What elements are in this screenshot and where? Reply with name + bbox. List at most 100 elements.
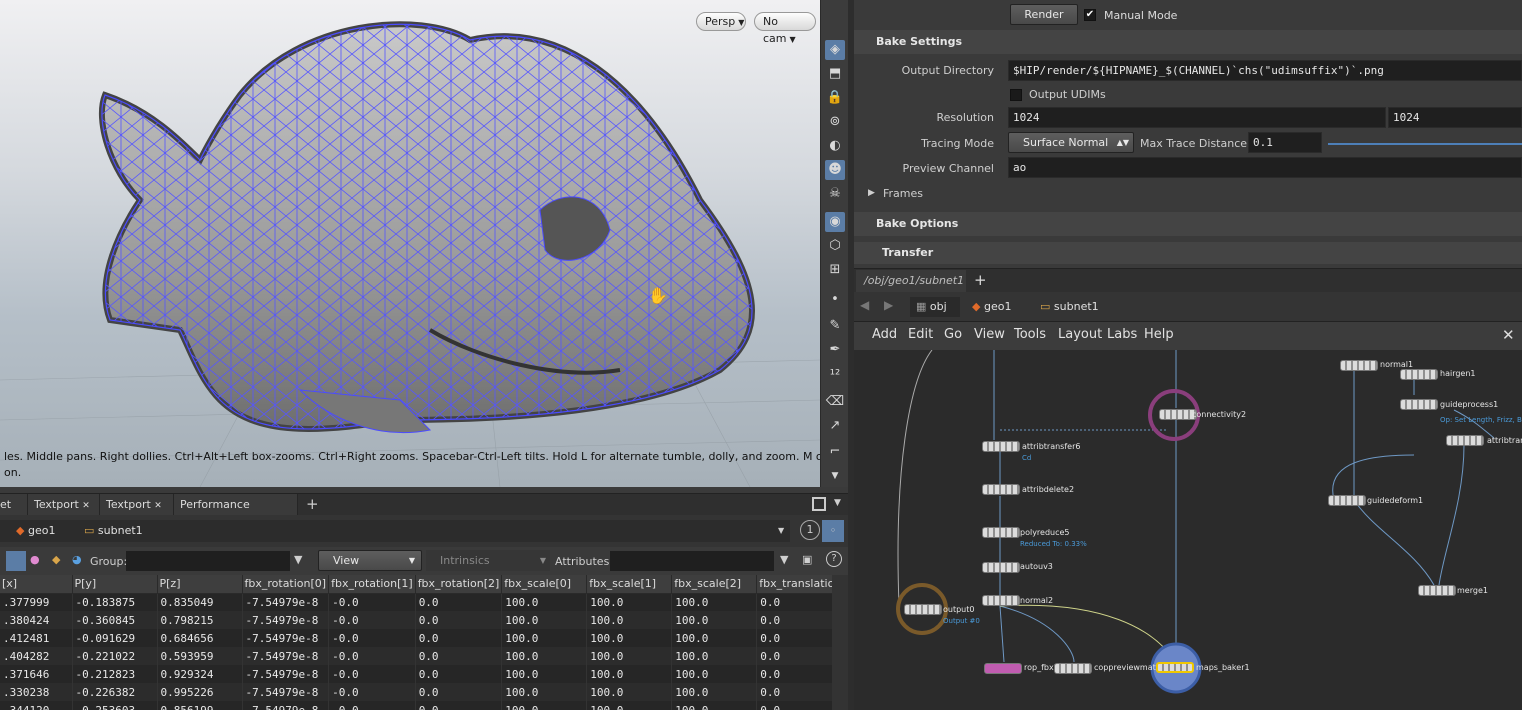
table-row[interactable]: .380424 -0.360845 0.798215 -7.54979e-8 -0.0 0… [0,611,845,629]
primitives-icon[interactable]: ◆ [52,553,60,566]
table-row[interactable]: .404282 -0.221022 0.593959 -7.54979e-8 -0.0 0… [0,647,845,665]
column-header[interactable]: fbx_translation [756,575,845,594]
detail-icon[interactable]: ◕ [72,553,82,566]
column-header[interactable]: fbx_rotation[0] [242,575,330,594]
table-row[interactable]: .412481 -0.091629 0.684656 -7.54979e-8 -0.0 0… [0,629,845,647]
grid-icon[interactable]: ⊞ [825,260,845,280]
close-icon[interactable]: ✕ [82,501,90,511]
chevron-down-icon[interactable]: ▼ [778,526,784,535]
point-icon[interactable]: • [825,290,845,310]
number-icon[interactable]: ¹² [825,366,845,386]
table-row[interactable]: .330238 -0.226382 0.995226 -7.54979e-8 -0.0 0… [0,683,845,701]
tab-spreadsheet[interactable]: et [0,494,28,516]
node-rop-fbx2[interactable] [984,663,1022,674]
vertices-icon[interactable]: ● [30,553,40,566]
brush-icon[interactable]: ✎ [825,316,845,336]
menu-labs[interactable]: Labs [1107,327,1137,342]
table-row[interactable]: .371646 -0.212823 0.929324 -7.54979e-8 -0.0 0… [0,665,845,683]
vertical-scrollbar[interactable] [832,575,848,710]
render-button[interactable]: Render [1010,4,1078,25]
crumb-obj[interactable]: ▦ obj [910,297,960,317]
eraser-icon[interactable]: ⌫ [825,392,845,412]
tab-textport-1[interactable]: Textport ✕ [28,494,100,516]
table-row[interactable]: .344120 -0.253603 0.856199 -7.54979e-8 -0.0 0… [0,701,845,710]
corner-icon[interactable]: ⌐ [825,442,845,462]
network-tab[interactable]: /obj/geo1/subnet1✕ [856,270,966,308]
column-header[interactable]: fbx_scale[2] [671,575,758,594]
forward-arrow-icon[interactable]: ▶ [884,298,893,312]
node-normal1[interactable] [1340,360,1378,371]
pin-icon[interactable]: ◦ [822,520,844,542]
points-icon[interactable] [6,551,26,571]
transfer-tab[interactable]: Transfer [854,242,1522,264]
menu-add[interactable]: Add [872,327,897,342]
node-hairgen1[interactable] [1400,369,1438,380]
maximize-icon[interactable] [812,497,826,511]
max-trace-field[interactable]: 0.1 [1248,132,1322,153]
node-guideprocess1[interactable] [1400,399,1438,410]
persp-menu-button[interactable]: Persp ▼ [696,12,746,31]
crumb-geo1[interactable]: ◆ geo1 [16,521,55,541]
pen-icon[interactable]: ✒ [825,340,845,360]
menu-tools[interactable]: Tools [1014,327,1046,342]
frames-folder[interactable]: Frames [883,187,923,200]
intrinsics-select[interactable]: Intrinsics ▼ [426,550,550,571]
ghost-icon[interactable]: ☻ [825,160,845,180]
table-row[interactable]: .377999 -0.183875 0.835049 -7.54979e-8 -0.0 0… [0,593,845,611]
node-polyreduce5[interactable] [982,527,1020,538]
display-options-icon[interactable]: ◈ [825,40,845,60]
geometry-spreadsheet[interactable]: [x] P[y] P[z] fbx_rotation[0] fbx_rotation[1… [0,575,848,710]
menu-layout[interactable]: Layout [1058,327,1102,342]
node-attribtransfer6[interactable] [982,441,1020,452]
tab-performance-monitor[interactable]: Performance Monitor ✕ [174,494,298,533]
node-autouv3[interactable] [982,562,1020,573]
scroll-down-icon[interactable]: ▼ [825,466,845,486]
network-graph[interactable]: connectivity2 attribtransfer6 Cd attribd… [854,350,1522,710]
crumb-geo1[interactable]: ◆ geo1 [968,297,1028,317]
page-number[interactable]: 1 [800,520,820,540]
viewport-3d[interactable]: Persp ▼ No cam ▼ ✋ les. Middle pans. Right… [0,0,820,487]
node-attribtran[interactable] [1446,435,1484,446]
menu-view[interactable]: View [974,327,1005,342]
output-udims-checkbox[interactable] [1010,89,1022,101]
node-coppreviewmater[interactable] [1054,663,1092,674]
tab-textport-2[interactable]: Textport ✕ [100,494,174,516]
skeleton-icon[interactable]: ☠ [825,184,845,204]
snapshot-icon[interactable]: ⬒ [825,64,845,84]
light-icon[interactable]: ◐ [825,136,845,156]
view-select[interactable]: View ▼ [318,550,422,571]
node-attribdelete2[interactable] [982,484,1020,495]
add-tab-icon[interactable]: + [306,495,319,513]
menu-go[interactable]: Go [944,327,962,342]
wrench-icon[interactable]: ✕ [1502,326,1515,344]
filter-icon[interactable]: ▼ [294,553,302,566]
camera-icon[interactable]: ⊚ [825,112,845,132]
column-header[interactable]: fbx_rotation[1] [328,575,416,594]
preview-channel-field[interactable]: ao [1008,157,1522,178]
lock-icon[interactable]: 🔒 [825,88,845,108]
wireframe-icon[interactable]: ⬡ [825,236,845,256]
output-dir-field[interactable]: $HIP/render/${HIPNAME}_$(CHANNEL)`chs("u… [1008,60,1522,81]
crumb-subnet1[interactable]: ▭ subnet1 [1036,297,1116,317]
filter-icon[interactable]: ▼ [780,553,788,566]
help-icon[interactable]: ? [826,551,842,567]
column-header[interactable]: fbx_scale[1] [586,575,673,594]
resolution-x-field[interactable]: 1024 [1008,107,1386,128]
node-guidedeform1[interactable] [1328,495,1366,506]
chevron-down-icon[interactable]: ▼ [834,498,841,508]
measure-icon[interactable]: ↗ [825,416,845,436]
crumb-subnet1[interactable]: ▭ subnet1 [84,521,143,541]
bake-options-header[interactable]: Bake Options [854,212,1522,236]
attributes-field[interactable] [610,551,774,571]
node-normal2[interactable] [982,595,1020,606]
column-header[interactable]: fbx_rotation[2] [415,575,503,594]
node-maps-baker1[interactable] [1156,662,1194,673]
camera-menu-button[interactable]: No cam ▼ [754,12,816,45]
tracing-mode-select[interactable]: Surface Normal ▲▼ [1008,132,1134,153]
column-header[interactable]: P[z] [157,575,243,594]
column-header[interactable]: fbx_scale[0] [501,575,588,594]
menu-help[interactable]: Help [1144,327,1174,342]
expand-triangle-icon[interactable]: ▶ [868,188,875,198]
add-tab-icon[interactable]: + [974,271,987,289]
resolution-y-field[interactable]: 1024 [1388,107,1522,128]
